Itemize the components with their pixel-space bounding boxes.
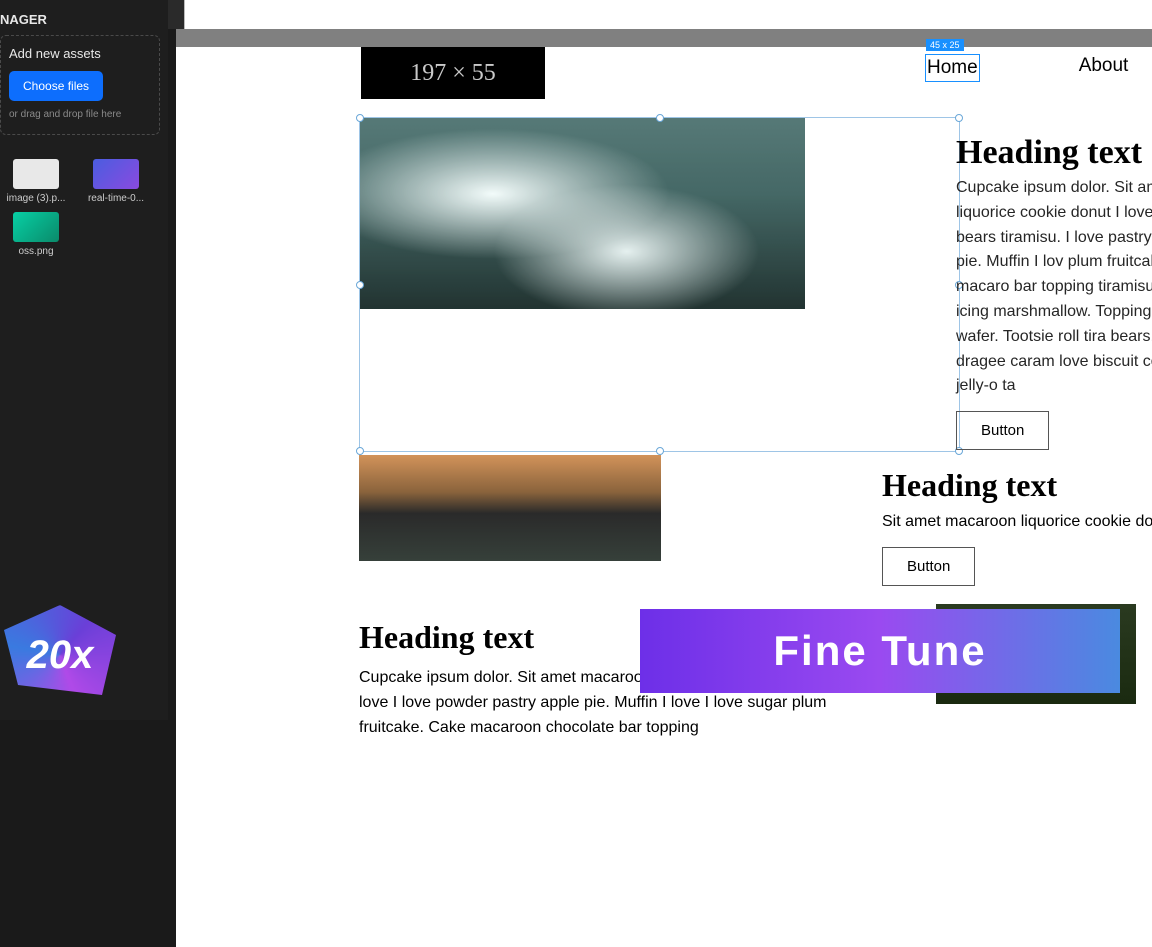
selection-frame[interactable] (359, 117, 960, 452)
page-tabs: NewPage × Compone... NewPage1 (168, 0, 1152, 29)
nav-home-label: Home (927, 57, 978, 78)
page-surface[interactable]: 197 × 55 45 x 25 Home About Heading text… (176, 47, 1152, 947)
asset-item[interactable]: oss.png (0, 212, 72, 257)
asset-grid: image (3).p... real-time-0... oss.png (0, 159, 160, 257)
asset-thumbnail (93, 159, 139, 189)
resize-handle[interactable] (356, 447, 364, 455)
fine-tune-overlay: Fine Tune (640, 609, 1120, 693)
dropzone-heading: Add new assets (9, 46, 151, 61)
cta-button[interactable]: Button (882, 547, 975, 586)
asset-filename: real-time-0... (88, 193, 144, 204)
asset-filename: oss.png (18, 246, 53, 257)
content-block-2[interactable]: Heading text Sit amet macaroon liquorice… (882, 467, 1152, 586)
asset-thumbnail (13, 159, 59, 189)
dropzone-hint: or drag and drop file here (9, 109, 151, 120)
body-text[interactable]: Sit amet macaroon liquorice cookie do lo… (882, 510, 1152, 535)
resize-handle[interactable] (955, 114, 963, 122)
tab-newpage[interactable]: NewPage × (168, 0, 1152, 29)
body-text[interactable]: Cupcake ipsum dolor. Sit am liquorice co… (956, 176, 1152, 399)
nav-link-about[interactable]: About (1079, 55, 1129, 81)
asset-item[interactable]: image (3).p... (0, 159, 72, 204)
resize-handle[interactable] (356, 281, 364, 289)
asset-item[interactable]: real-time-0... (80, 159, 152, 204)
panel-title: NAGER (0, 12, 160, 35)
resize-handle[interactable] (656, 447, 664, 455)
twentyx-badge: 20x (0, 605, 130, 705)
twentyx-label: 20x (27, 633, 94, 678)
site-nav: 45 x 25 Home About (926, 55, 1128, 81)
resize-handle[interactable] (356, 114, 364, 122)
section-image-road[interactable] (359, 455, 661, 561)
selection-size-badge: 45 x 25 (926, 39, 964, 51)
content-block-1[interactable]: Heading text Cupcake ipsum dolor. Sit am… (956, 134, 1152, 450)
heading[interactable]: Heading text (956, 134, 1152, 172)
logo-placeholder[interactable]: 197 × 55 (361, 47, 545, 99)
asset-thumbnail (13, 212, 59, 242)
asset-dropzone[interactable]: Add new assets Choose files or drag and … (0, 35, 160, 135)
asset-filename: image (3).p... (7, 193, 66, 204)
choose-files-button[interactable]: Choose files (9, 71, 103, 101)
cta-button[interactable]: Button (956, 411, 1049, 450)
nav-link-home[interactable]: 45 x 25 Home (926, 55, 979, 81)
resize-handle[interactable] (656, 114, 664, 122)
heading[interactable]: Heading text (882, 467, 1152, 504)
